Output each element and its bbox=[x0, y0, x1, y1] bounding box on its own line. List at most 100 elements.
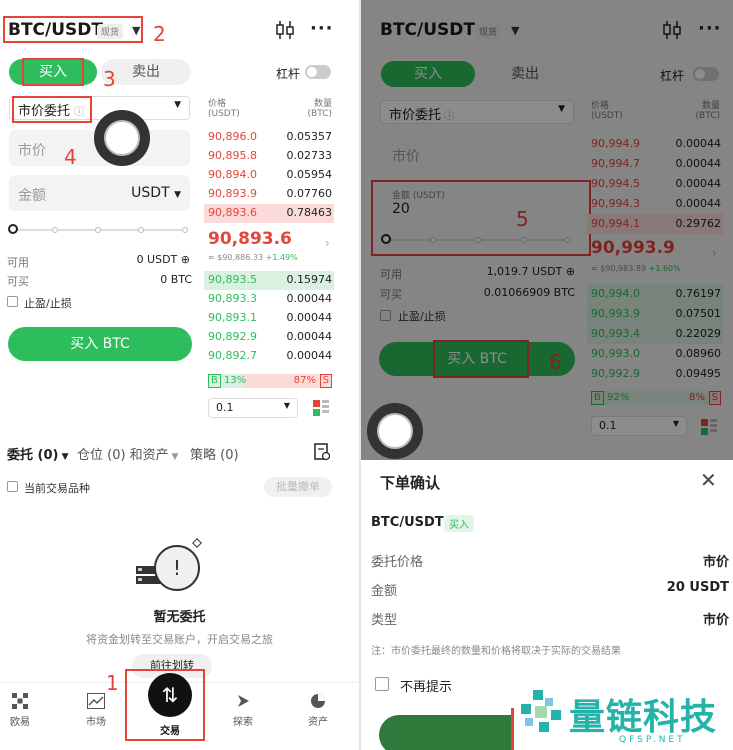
chevron-down-icon: ▼ bbox=[283, 401, 290, 410]
buy-sell-ratio: B 13% 87% S bbox=[208, 374, 332, 388]
highlight-box-trade bbox=[125, 669, 205, 741]
svg-text:!: ! bbox=[173, 556, 181, 580]
more-icon[interactable]: ··· bbox=[310, 18, 334, 39]
bid-row[interactable]: 90,893.3 0.00044 bbox=[204, 290, 334, 309]
confirm-pair: BTC/USDT bbox=[371, 515, 444, 530]
nav-market[interactable]: 市场 bbox=[76, 693, 116, 728]
tab-orders[interactable]: 委托 (0) ▼ bbox=[7, 444, 69, 463]
ask-list: 90,896.0 0.05357 90,895.8 0.02733 90,894.0… bbox=[204, 128, 334, 223]
highlight-box-buy bbox=[22, 58, 84, 86]
ob-price-header: 价格 (USDT) bbox=[208, 99, 240, 119]
market-chart-icon bbox=[76, 693, 116, 713]
confirm-side-tag: 买入 bbox=[444, 515, 474, 532]
bid-row[interactable]: 90,893.1 0.00044 bbox=[204, 309, 334, 328]
highlight-box-confirm bbox=[511, 708, 514, 750]
sell-ratio-label: S bbox=[319, 374, 332, 388]
slider-step[interactable] bbox=[182, 227, 188, 233]
right-screenshot: BTC/USDT 现货 ▼ ··· 买入 卖出 杠杆 市价委托 ⓘ ▼ 市价 金额… bbox=[361, 0, 733, 750]
buy-ratio-value: 13% bbox=[224, 375, 247, 386]
leverage-label: 杠杆 bbox=[276, 67, 301, 81]
chevron-down-icon: ▼ bbox=[174, 100, 181, 110]
leverage-toggle[interactable] bbox=[305, 65, 331, 79]
confirm-row-key: 类型 bbox=[371, 613, 398, 628]
ask-row[interactable]: 90,894.0 0.05954 bbox=[204, 166, 334, 185]
sell-ratio-value: 87% bbox=[293, 375, 316, 386]
confirm-note: 注：市价委托最终的数量和价格将取决于实际的交易结果 bbox=[371, 646, 621, 657]
slider-step[interactable] bbox=[138, 227, 144, 233]
buyable-label: 可买 bbox=[7, 275, 29, 288]
amount-unit-select[interactable]: USDT ▼ bbox=[131, 185, 181, 201]
price-placeholder: 市价 bbox=[18, 143, 46, 159]
chevron-down-icon: ▼ bbox=[174, 190, 181, 200]
amount-field[interactable]: 金额 USDT ▼ bbox=[9, 175, 190, 211]
close-icon[interactable]: ✕ bbox=[700, 468, 717, 492]
bid-list: 90,893.5 0.15974 90,893.3 0.00044 90,893.1… bbox=[204, 271, 334, 366]
nav-assets[interactable]: 资产 bbox=[298, 693, 338, 728]
step-number: 3 bbox=[103, 67, 116, 91]
step-number: 4 bbox=[64, 145, 77, 169]
amount-placeholder: 金额 bbox=[18, 188, 46, 204]
step-number: 1 bbox=[106, 671, 119, 695]
batch-cancel-button[interactable]: 批量撤单 bbox=[264, 477, 332, 497]
buy-btc-button[interactable]: 买入 BTC bbox=[8, 327, 192, 361]
highlight-box-order-type bbox=[12, 96, 92, 123]
watermark-logo-icon bbox=[517, 688, 565, 736]
tpsl-label: 止盈/止损 bbox=[24, 297, 72, 310]
precision-select[interactable]: 0.1 ▼ bbox=[208, 398, 298, 418]
available-label: 可用 bbox=[7, 256, 29, 269]
nav-okx[interactable]: 欧易 bbox=[0, 693, 40, 728]
bid-row[interactable]: 90,892.7 0.00044 bbox=[204, 347, 334, 366]
current-pair-label: 当前交易品种 bbox=[24, 482, 90, 495]
slider-step[interactable] bbox=[52, 227, 58, 233]
available-value: 0 USDT ⊕ bbox=[136, 253, 190, 266]
current-pair-checkbox[interactable] bbox=[7, 481, 18, 492]
tab-strategy[interactable]: 策略 (0) bbox=[190, 444, 239, 463]
nav-explore[interactable]: 探索 bbox=[223, 693, 263, 728]
assets-pie-icon bbox=[298, 693, 338, 713]
confirm-row-key: 委托价格 bbox=[371, 555, 424, 570]
ob-qty-header: 数量 (BTC) bbox=[307, 99, 332, 119]
confirm-row-value: 市价 bbox=[702, 613, 729, 628]
touch-indicator bbox=[367, 403, 423, 459]
order-history-icon[interactable] bbox=[314, 443, 331, 465]
buyable-value: 0 BTC bbox=[160, 273, 192, 286]
last-price: 90,893.6 bbox=[208, 229, 292, 249]
empty-description: 将资金划转至交易账户，开启交易之旅 bbox=[86, 633, 273, 646]
tpsl-checkbox[interactable] bbox=[7, 296, 18, 307]
last-price-sub: ≈ $90,886.33 +1.49% bbox=[208, 253, 298, 262]
confirm-order-button[interactable] bbox=[379, 715, 513, 750]
ask-row[interactable]: 90,895.8 0.02733 bbox=[204, 147, 334, 166]
bottom-nav: 欧易 市场 ⇅ 交易 1 探索 资产 bbox=[0, 669, 359, 750]
buy-ratio-label: B bbox=[208, 374, 221, 388]
highlight-box-pair bbox=[3, 16, 143, 43]
modal-backdrop[interactable] bbox=[361, 0, 733, 460]
confirm-title: 下单确认 bbox=[380, 474, 441, 492]
empty-orders-icon: ! bbox=[134, 538, 206, 598]
ask-row[interactable]: 90,896.0 0.05357 bbox=[204, 128, 334, 147]
empty-title: 暂无委托 bbox=[153, 610, 206, 625]
left-screenshot: BTC/USDT 现货 ▼ 2 ··· 买入 卖出 3 杠杆 市价委托 ⓘ ▼ … bbox=[0, 0, 359, 750]
ask-row[interactable]: 90,893.9 0.07760 bbox=[204, 185, 334, 204]
watermark-url: QFSP.NET bbox=[619, 735, 686, 745]
ask-row[interactable]: 90,893.6 0.78463 bbox=[204, 204, 334, 223]
okx-logo-icon bbox=[0, 693, 40, 713]
bid-row[interactable]: 90,893.5 0.15974 bbox=[204, 271, 334, 290]
dont-remind-label: 不再提示 bbox=[400, 680, 453, 695]
touch-indicator bbox=[94, 110, 150, 166]
slider-handle[interactable] bbox=[8, 224, 18, 234]
candlestick-chart-icon[interactable] bbox=[276, 20, 294, 45]
bid-row[interactable]: 90,892.9 0.00044 bbox=[204, 328, 334, 347]
order-confirm-sheet: 下单确认 ✕ BTC/USDT 买入 委托价格 市价 金额 20 USDT 类型… bbox=[361, 460, 733, 750]
slider-step[interactable] bbox=[95, 227, 101, 233]
dont-remind-checkbox[interactable] bbox=[375, 677, 389, 691]
step-number: 2 bbox=[153, 22, 166, 46]
orderbook-layout-icon[interactable] bbox=[312, 399, 330, 417]
confirm-row-value: 20 USDT bbox=[666, 580, 729, 595]
chevron-right-icon[interactable]: › bbox=[325, 236, 330, 250]
tab-positions[interactable]: 仓位 (0) 和资产 ▼ bbox=[77, 444, 178, 463]
add-funds-icon[interactable]: ⊕ bbox=[181, 253, 190, 266]
confirm-row-key: 金额 bbox=[371, 584, 398, 599]
confirm-row-value: 市价 bbox=[702, 555, 729, 570]
watermark-name: 量链科技 bbox=[569, 697, 718, 738]
explore-compass-icon bbox=[223, 693, 263, 713]
